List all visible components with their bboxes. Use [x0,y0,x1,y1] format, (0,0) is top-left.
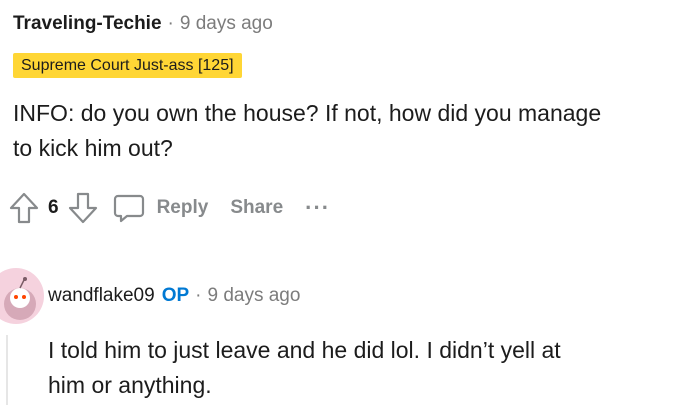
upvote-arrow-icon [9,192,39,224]
reply-button[interactable]: Reply [157,197,209,219]
reply-body: I told him to just leave and he did lol.… [48,333,688,403]
op-badge: OP [161,285,190,306]
upvote-button[interactable] [6,190,42,226]
reply-icon-button[interactable] [111,190,147,226]
share-button[interactable]: Share [230,197,283,219]
meta-separator: · [167,13,174,34]
thread-line[interactable] [6,335,8,405]
reply-author[interactable]: wandflake09 [48,285,155,307]
reply-body-line: I told him to just leave and he did lol.… [48,337,561,363]
comment-author[interactable]: Traveling-Techie [13,13,162,35]
downvote-button[interactable] [65,190,101,226]
user-flair: Supreme Court Just-ass [125] [13,53,242,78]
comment-body: INFO: do you own the house? If not, how … [13,96,693,166]
comment-header: Traveling-Techie · 9 days ago [13,13,273,35]
snoo-avatar-icon [4,277,36,320]
user-avatar[interactable] [0,268,44,324]
comment-timestamp[interactable]: 9 days ago [180,13,273,35]
more-options-button[interactable]: ··· [305,195,330,221]
comment-body-line: INFO: do you own the house? If not, how … [13,100,602,126]
speech-bubble-icon [113,194,144,223]
reply-header: wandflake09 OP · 9 days ago [48,285,300,307]
vote-score: 6 [48,197,59,218]
reply-body-line: him or anything. [48,372,212,398]
downvote-arrow-icon [68,192,97,224]
comment-body-line: to kick him out? [13,135,173,161]
comment-action-bar: 6 Reply Share ··· [6,190,330,226]
reply-timestamp[interactable]: 9 days ago [207,285,300,307]
meta-separator: · [195,285,202,306]
